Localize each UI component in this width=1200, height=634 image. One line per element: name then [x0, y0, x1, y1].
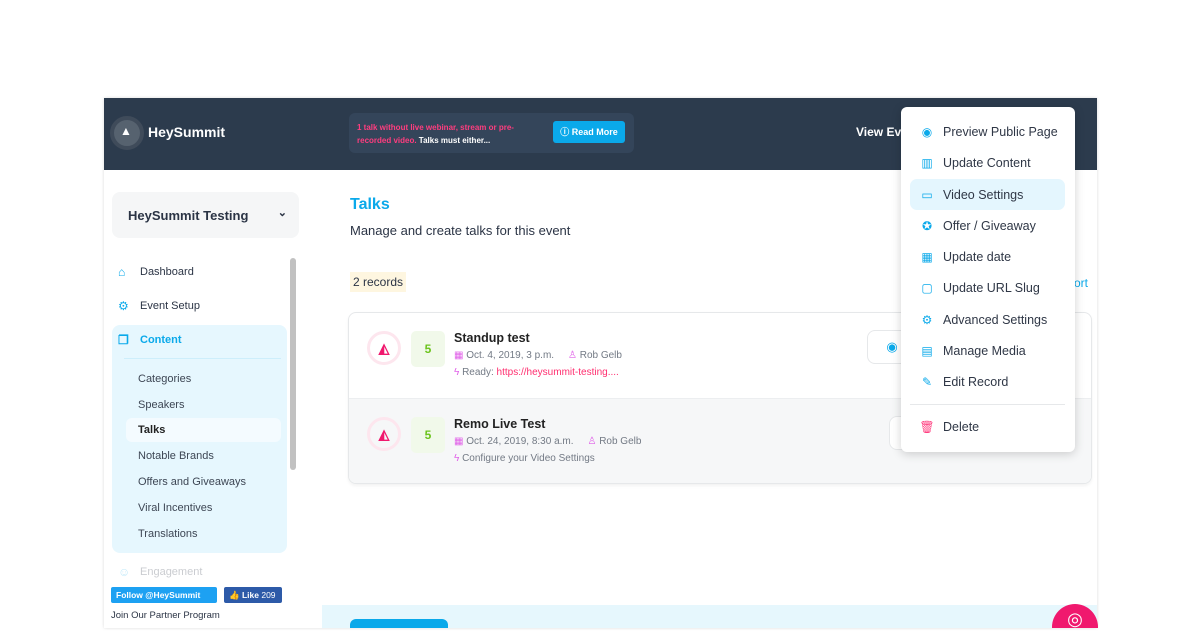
- sidebar-item-event-setup[interactable]: ⚙ Event Setup: [118, 299, 200, 313]
- nav-label: Event Setup: [140, 300, 200, 312]
- menu-item-media[interactable]: ▤ Manage Media: [910, 335, 1065, 366]
- gears-icon: ⚙: [118, 299, 129, 313]
- trash-icon: 🗑: [919, 419, 935, 434]
- nav-label: Dashboard: [140, 266, 194, 278]
- bottom-bar: [322, 605, 1097, 628]
- read-more-label: Read More: [571, 127, 618, 137]
- divider: [124, 358, 281, 359]
- monitor-icon: ▭: [921, 187, 933, 202]
- browser-icon: ▢: [921, 280, 933, 295]
- view-event-link[interactable]: View Ev: [856, 125, 901, 139]
- chevron-down-icon: ⌄: [277, 207, 287, 219]
- like-count: 209: [261, 590, 276, 600]
- speaker-icon: ♙: [567, 350, 577, 361]
- calendar-icon: ▦: [454, 350, 464, 361]
- talk-title[interactable]: Standup test: [454, 331, 530, 345]
- nav-label: Engagement: [140, 566, 203, 578]
- score-badge: 5: [411, 417, 445, 453]
- talk-logo-icon: ◭: [367, 331, 401, 365]
- bolt-icon: ϟ: [454, 367, 460, 378]
- menu-label: Advanced Settings: [943, 312, 1048, 327]
- sidebar-sub-categories[interactable]: Categories: [138, 373, 191, 385]
- menu-item-update-date[interactable]: ▦ Update date: [910, 241, 1065, 272]
- menu-item-delete[interactable]: 🗑 Delete: [910, 411, 1065, 442]
- menu-label: Video Settings: [943, 187, 1024, 202]
- logo-icon[interactable]: ▲: [110, 116, 144, 150]
- talk-date: Oct. 4, 2019, 3 p.m.: [466, 350, 555, 361]
- menu-item-url-slug[interactable]: ▢ Update URL Slug: [910, 272, 1065, 303]
- calendar-icon: ▦: [454, 436, 464, 447]
- event-selector[interactable]: HeySummit Testing ⌄: [112, 192, 299, 238]
- menu-label: Preview Public Page: [943, 124, 1058, 139]
- talk-status: Ready:: [462, 367, 497, 378]
- nav-label: Content: [140, 334, 182, 346]
- sidebar-item-dashboard[interactable]: ⌂ Dashboard: [118, 265, 194, 279]
- award-icon: ✪: [921, 218, 933, 233]
- talk-link[interactable]: https://heysummit-testing....: [497, 367, 619, 378]
- menu-item-video-settings[interactable]: ▭ Video Settings: [910, 179, 1065, 210]
- eye-icon: ◉: [886, 339, 898, 354]
- bolt-icon: ϟ: [454, 453, 460, 464]
- sidebar: HeySummit Testing ⌄ ⌂ Dashboard ⚙ Event Set…: [104, 170, 322, 628]
- books-icon: ▥: [921, 155, 933, 170]
- menu-label: Offer / Giveaway: [943, 218, 1036, 233]
- event-selector-label: HeySummit Testing: [128, 208, 249, 223]
- sidebar-sub-talks[interactable]: Talks: [126, 418, 281, 442]
- pencil-icon: ✎: [921, 374, 933, 389]
- menu-label: Delete: [943, 419, 980, 434]
- records-count: 2 records: [350, 272, 407, 292]
- sidebar-scrollbar[interactable]: [290, 258, 296, 470]
- calendar-icon: ▦: [921, 249, 933, 264]
- menu-divider: [910, 404, 1065, 405]
- facebook-like-button[interactable]: 👍 Like 209: [224, 587, 282, 603]
- talk-status[interactable]: Configure your Video Settings: [462, 453, 595, 464]
- menu-label: Edit Record: [943, 374, 1009, 389]
- chat-icon: ☺: [118, 565, 131, 579]
- score-badge: 5: [411, 331, 445, 367]
- page-subtitle: Manage and create talks for this event: [350, 223, 571, 238]
- export-link[interactable]: ort: [1074, 276, 1088, 290]
- twitter-follow-button[interactable]: Follow @HeySummit: [111, 587, 217, 603]
- talk-date: Oct. 24, 2019, 8:30 a.m.: [466, 436, 574, 447]
- talk-speaker: Rob Gelb: [599, 436, 642, 447]
- menu-label: Manage Media: [943, 343, 1026, 358]
- notice-banner: 1 talk without live webinar, stream or p…: [349, 113, 634, 153]
- speaker-icon: ♙: [587, 436, 597, 447]
- menu-label: Update URL Slug: [943, 280, 1040, 295]
- talk-speaker: Rob Gelb: [579, 350, 622, 361]
- menu-label: Update date: [943, 249, 1012, 264]
- menu-item-offer[interactable]: ✪ Offer / Giveaway: [910, 210, 1065, 241]
- eye-icon: ◉: [921, 124, 933, 139]
- copy-icon: ❐: [118, 333, 129, 347]
- lifebuoy-icon: ◎: [1067, 609, 1083, 629]
- talk-title[interactable]: Remo Live Test: [454, 417, 545, 431]
- sidebar-sub-translations[interactable]: Translations: [138, 528, 198, 540]
- add-talk-button[interactable]: [350, 619, 448, 628]
- sidebar-sub-viral[interactable]: Viral Incentives: [138, 502, 212, 514]
- menu-item-advanced[interactable]: ⚙ Advanced Settings: [910, 304, 1065, 335]
- menu-item-preview[interactable]: ◉ Preview Public Page: [910, 116, 1065, 147]
- menu-item-update-content[interactable]: ▥ Update Content: [910, 147, 1065, 178]
- menu-item-edit[interactable]: ✎ Edit Record: [910, 366, 1065, 397]
- twitter-label: Follow @HeySummit: [116, 590, 201, 600]
- like-label: Like: [241, 590, 259, 600]
- brand-name: HeySummit: [148, 124, 226, 140]
- partner-link[interactable]: Join Our Partner Program: [111, 610, 220, 621]
- talk-logo-icon: ◭: [367, 417, 401, 451]
- sidebar-item-content[interactable]: ❐ Content: [118, 333, 182, 347]
- sidebar-sub-offers[interactable]: Offers and Giveaways: [138, 476, 246, 488]
- page-title: Talks: [350, 196, 390, 213]
- menu-label: Update Content: [943, 155, 1031, 170]
- sidebar-sub-speakers[interactable]: Speakers: [138, 399, 184, 411]
- read-more-button[interactable]: ⓘ Read More: [553, 121, 625, 143]
- sidebar-item-engagement[interactable]: ☺ Engagement: [118, 565, 202, 579]
- file-icon: ▤: [921, 343, 933, 358]
- sidebar-sub-notable-brands[interactable]: Notable Brands: [138, 450, 214, 462]
- home-icon: ⌂: [118, 265, 126, 279]
- actions-dropdown-menu: ◉ Preview Public Page ▥ Update Content ▭ Vi…: [901, 107, 1075, 452]
- gears-icon: ⚙: [921, 312, 933, 327]
- notice-text: Talks must either...: [416, 136, 491, 145]
